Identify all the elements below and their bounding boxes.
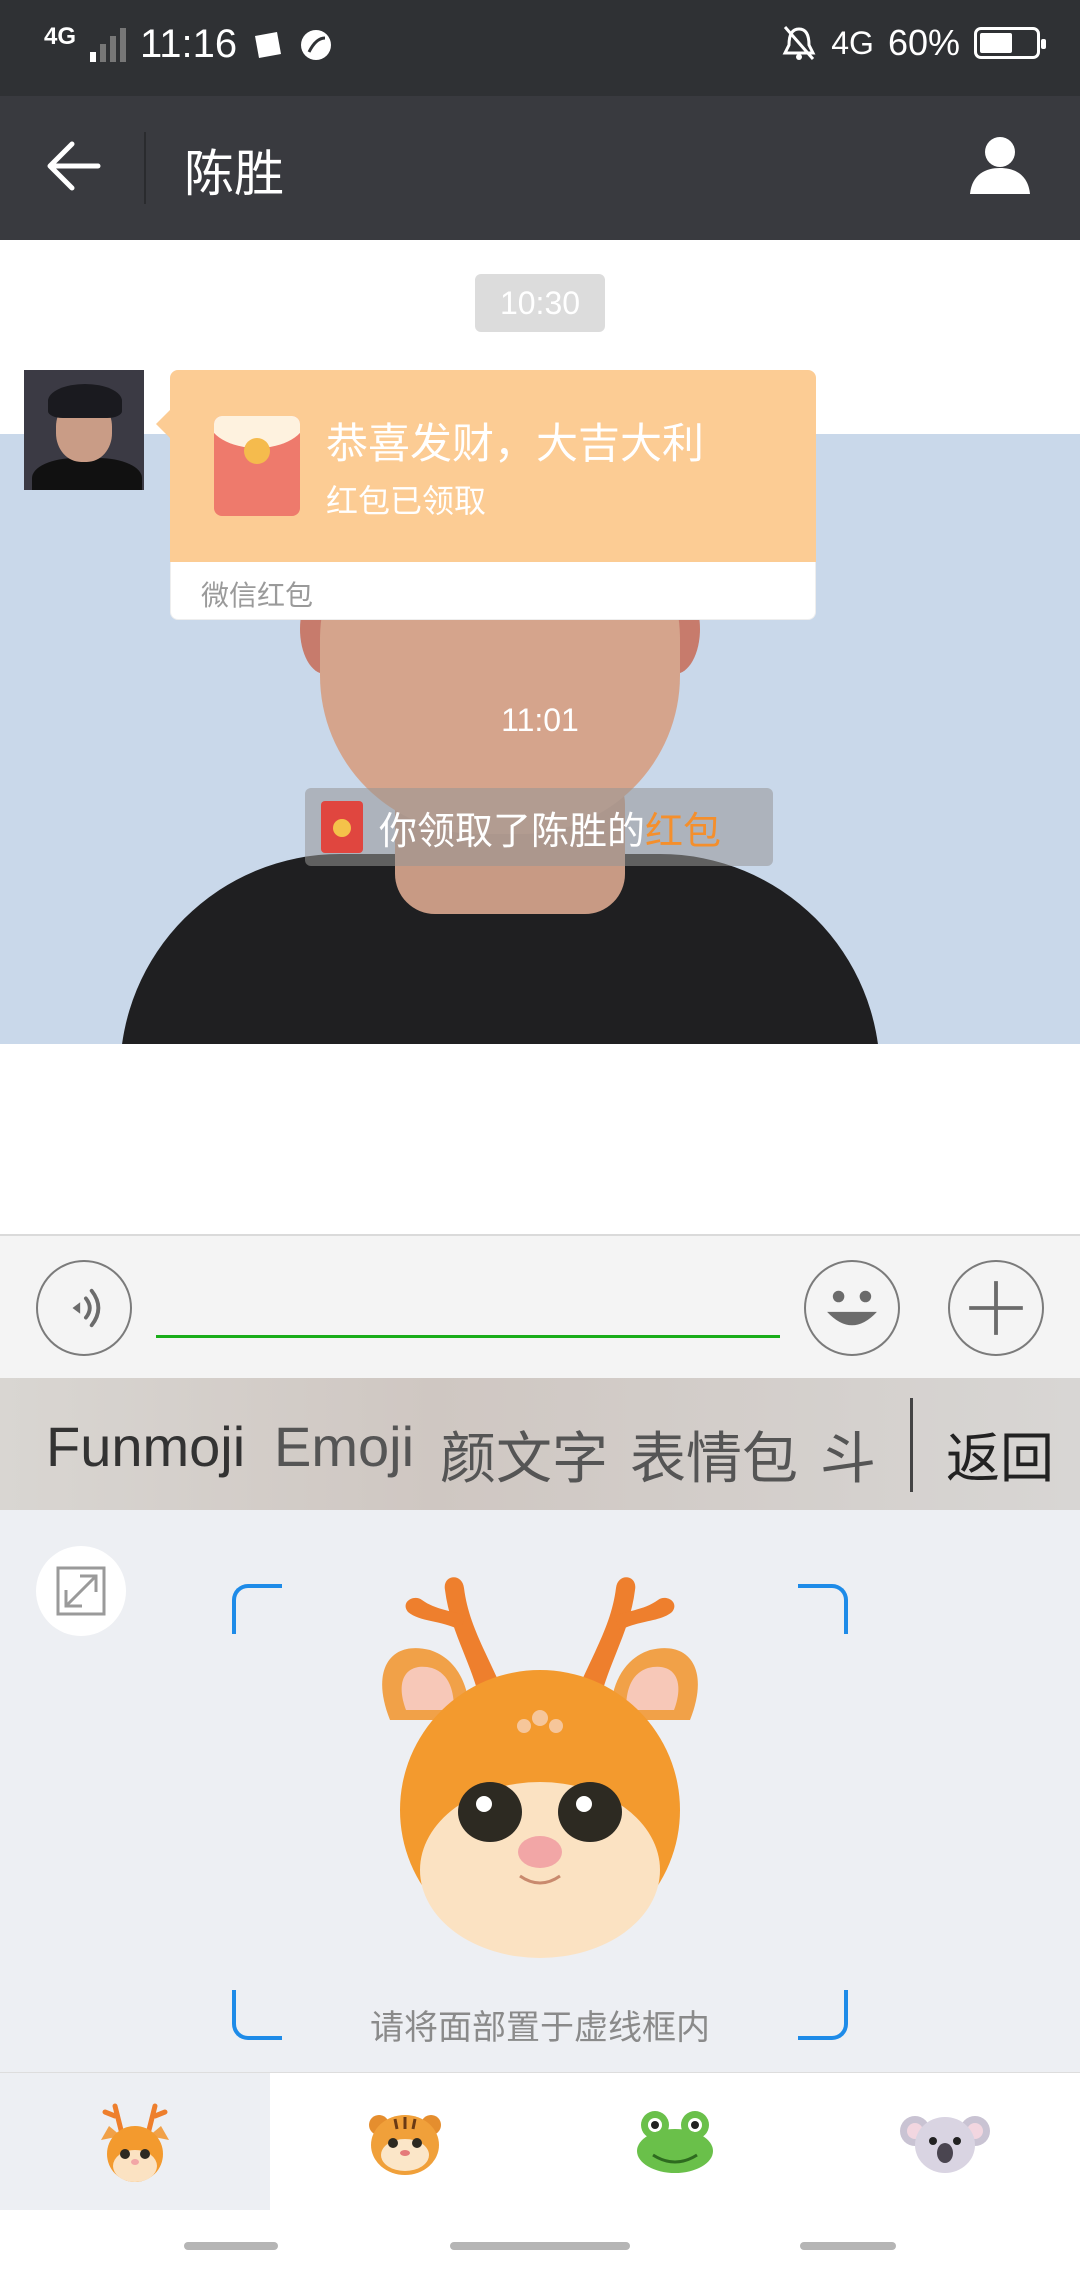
battery-percent: 60% [887, 22, 960, 63]
face-frame-corner [232, 1584, 282, 1634]
character-frog[interactable] [540, 2073, 810, 2211]
nav-menu-handle[interactable] [184, 2242, 278, 2250]
character-koala[interactable] [810, 2073, 1080, 2211]
status-time: 11:16 [140, 22, 238, 66]
system-message: 你领取了陈胜的 红包 [305, 788, 773, 866]
red-packet-status: 红包已领取 [326, 483, 487, 519]
mute-bell-icon [782, 26, 816, 60]
koala-icon [900, 2116, 990, 2173]
red-packet-greeting: 恭喜发财，大吉大利 [326, 420, 705, 467]
chat-header: 陈胜 [0, 96, 1080, 240]
red-envelope-small-icon [321, 801, 363, 853]
emoji-button[interactable] [804, 1260, 900, 1356]
character-tiger[interactable] [270, 2073, 540, 2211]
nav-home-handle[interactable] [450, 2242, 630, 2250]
tab-emoji[interactable]: Emoji [274, 1414, 414, 1479]
red-envelope-icon [214, 416, 300, 516]
tab-kaomoji[interactable]: 颜文字 [440, 1414, 608, 1495]
tiger-icon [369, 2115, 441, 2175]
character-selector [0, 2072, 1080, 2211]
timestamp: 11:01 [501, 702, 579, 738]
chat-area[interactable]: 10:30 恭喜发财，大吉大利 红包已领取 微信红包 11:01 你领取了陈胜的… [0, 240, 1080, 1234]
system-nav-bar [0, 2210, 1080, 2280]
emoji-tab-bar: Funmoji Emoji 颜文字 表情包 斗 返回 [0, 1378, 1080, 1510]
red-packet-link[interactable]: 红包 [645, 800, 721, 855]
nav-back-handle[interactable] [800, 2242, 896, 2250]
network-type-left: 4G [44, 22, 77, 50]
deer-icon [101, 2103, 169, 2182]
voice-input-button[interactable] [36, 1260, 132, 1356]
battery-icon [974, 27, 1046, 59]
tab-separator [910, 1398, 913, 1492]
red-packet-footer: 微信红包 [201, 580, 314, 611]
message-input[interactable] [156, 1276, 780, 1338]
avatar[interactable] [24, 370, 144, 490]
character-deer[interactable] [0, 2073, 270, 2211]
tab-sticker-pack[interactable]: 表情包 [630, 1414, 798, 1495]
back-arrow-icon[interactable] [44, 136, 104, 196]
deer-avatar-icon [382, 1577, 698, 1958]
frog-icon [637, 2111, 713, 2173]
network-type-right: 4G [831, 24, 874, 61]
page-title: 陈胜 [184, 146, 284, 202]
tab-dou[interactable]: 斗 [820, 1414, 876, 1495]
funmoji-panel: 请将面部置于虚线框内 [0, 1510, 1080, 2072]
face-hint-text: 请将面部置于虚线框内 [370, 2009, 710, 2047]
user-profile-icon[interactable] [968, 132, 1032, 196]
header-divider [144, 132, 146, 204]
face-frame-corner [798, 1584, 848, 1634]
red-packet-message[interactable]: 恭喜发财，大吉大利 红包已领取 微信红包 [156, 370, 816, 620]
input-bar [0, 1234, 1080, 1378]
system-message-text: 你领取了陈胜的 [379, 810, 646, 853]
expand-icon[interactable] [36, 1546, 126, 1636]
tab-funmoji[interactable]: Funmoji [46, 1414, 245, 1479]
signal-bars-icon [90, 27, 127, 62]
notification-icon [255, 31, 282, 58]
more-options-button[interactable] [948, 1260, 1044, 1356]
emoji-back-button[interactable]: 返回 [946, 1414, 1054, 1493]
app-notification-icon [301, 29, 332, 60]
timestamp: 10:30 [475, 274, 605, 332]
status-bar: 4G 11:16 4G 60% [0, 0, 1080, 96]
